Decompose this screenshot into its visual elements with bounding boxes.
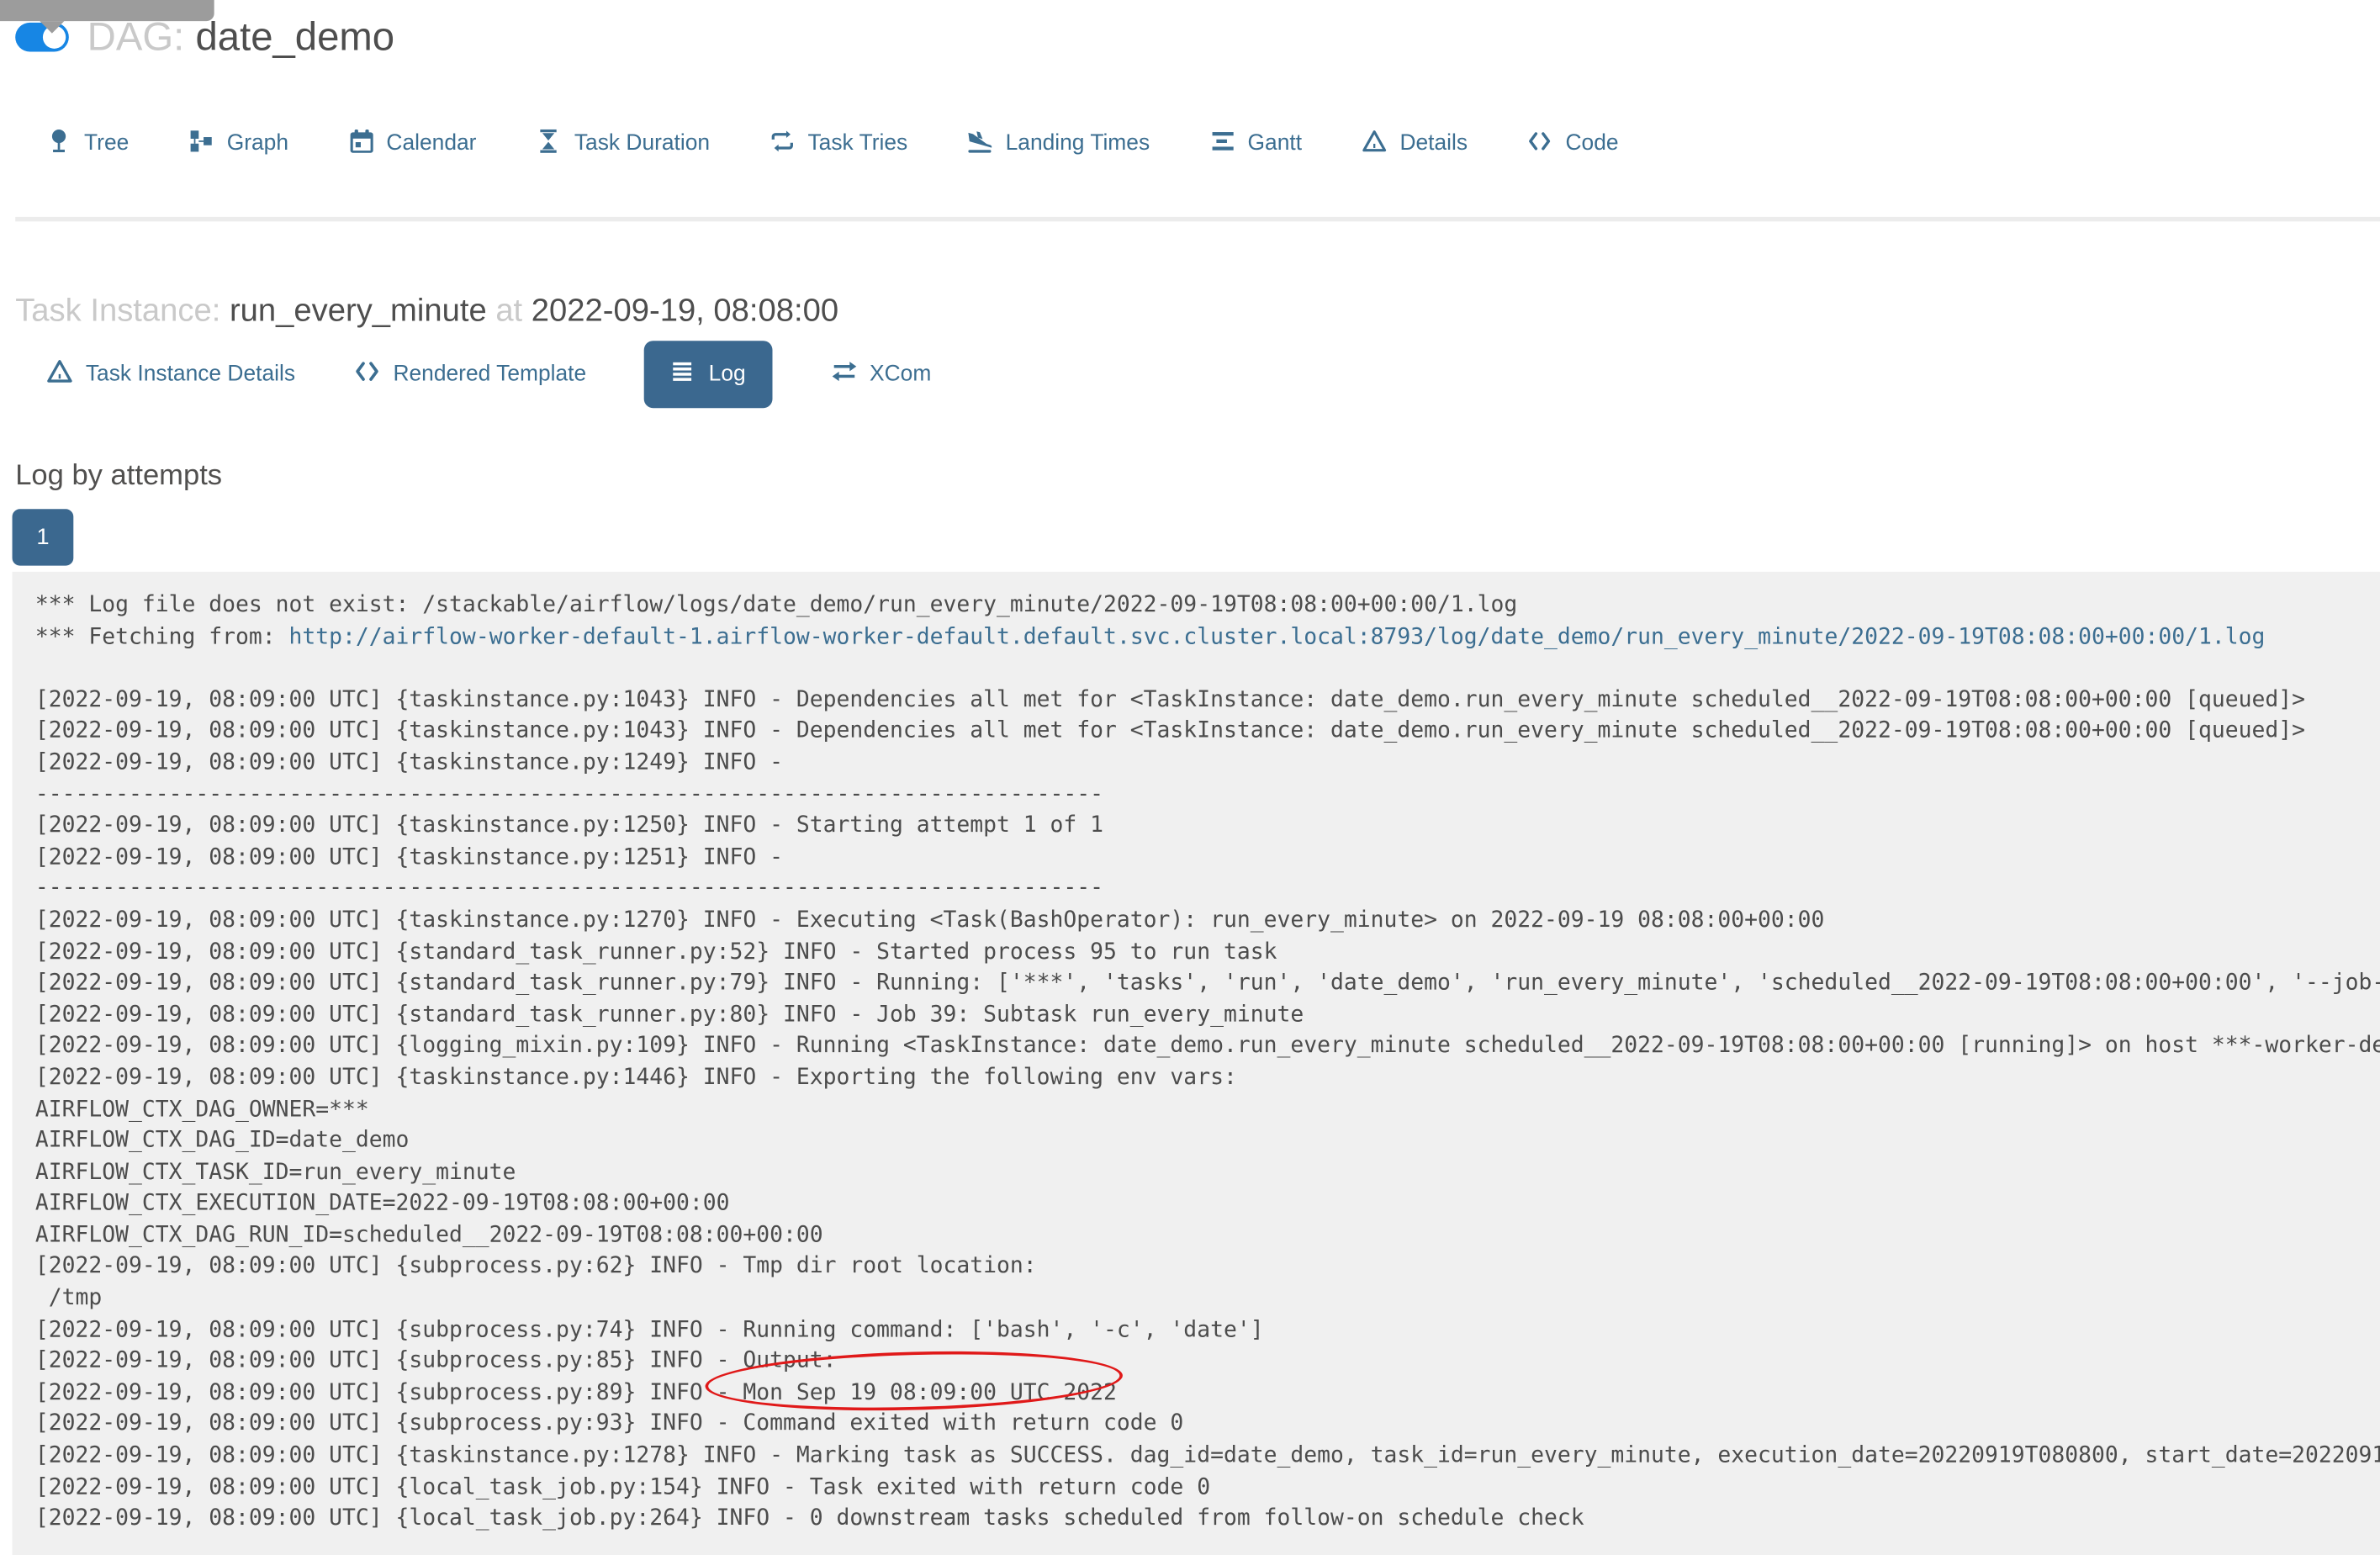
tab-task-tries[interactable]: Task Tries (770, 128, 907, 160)
task-instance-datetime: 2022-09-19, 08:08:00 (531, 293, 839, 329)
tab-label: Graph (226, 131, 289, 156)
log-fetch-link[interactable]: http://airflow-worker-default-1.airflow-… (289, 625, 2266, 649)
hourglass-icon (536, 128, 562, 160)
tab-label: XCom (870, 362, 932, 387)
tab-landing-times[interactable]: Landing Times (967, 128, 1150, 160)
tab-task-duration[interactable]: Task Duration (536, 128, 710, 160)
tab-label: Calendar (386, 131, 477, 156)
tab-label: Code (1565, 131, 1619, 156)
tab-label: Gantt (1247, 131, 1303, 156)
cutoff-tooltip (0, 0, 214, 22)
tab-label: Landing Times (1005, 131, 1150, 156)
calendar-icon (348, 128, 374, 160)
graph-icon (188, 128, 214, 160)
swap-arrows-icon (830, 357, 858, 391)
task-instance-label: Task Instance: (15, 293, 221, 329)
code-icon (1527, 128, 1553, 160)
task-instance-heading: Task Instance: run_every_minute at 2022-… (15, 292, 2380, 331)
page-header: DAG: date_demo (15, 13, 2380, 60)
task-instance-tabs: Task Instance Details Rendered Template … (0, 341, 2380, 409)
tab-log-active[interactable]: Log (644, 341, 772, 409)
tab-label: Task Instance Details (85, 362, 296, 387)
triangle-icon (46, 357, 74, 391)
tab-tree[interactable]: Tree (46, 128, 130, 160)
tab-gantt[interactable]: Gantt (1209, 128, 1302, 160)
airflow-task-log-page: DAG: date_demo Tree Graph Calendar Task … (0, 0, 2380, 1555)
tab-code[interactable]: Code (1527, 128, 1619, 160)
log-panel: *** Log file does not exist: /stackable/… (12, 571, 2380, 1555)
triangle-icon (1362, 128, 1388, 160)
tab-rendered-template[interactable]: Rendered Template (353, 357, 586, 391)
task-instance-at: at (495, 293, 523, 329)
log-by-attempts-heading: Log by attempts (15, 460, 223, 493)
header-divider (15, 216, 2380, 222)
tab-graph[interactable]: Graph (188, 128, 288, 160)
dag-name: date_demo (195, 13, 395, 60)
tab-label: Task Duration (574, 131, 711, 156)
tree-icon (46, 128, 72, 160)
tab-label: Log (708, 362, 746, 387)
tab-task-instance-details[interactable]: Task Instance Details (46, 357, 295, 391)
dag-view-tabs: Tree Graph Calendar Task Duration Task T… (0, 120, 2380, 167)
plane-landing-icon (967, 128, 993, 160)
repeat-icon (770, 128, 796, 160)
tab-label: Rendered Template (393, 362, 587, 387)
attempt-1-tab[interactable]: 1 (12, 509, 74, 566)
tab-details[interactable]: Details (1362, 128, 1468, 160)
tab-label: Task Tries (807, 131, 908, 156)
log-output: *** Log file does not exist: /stackable/… (34, 593, 2380, 1531)
tab-calendar[interactable]: Calendar (348, 128, 476, 160)
code-icon (353, 357, 381, 391)
task-instance-name: run_every_minute (229, 293, 487, 329)
tab-xcom[interactable]: XCom (830, 357, 932, 391)
list-lines-icon (670, 359, 695, 389)
tab-label: Tree (84, 131, 130, 156)
tab-label: Details (1399, 131, 1468, 156)
gantt-bars-icon (1209, 128, 1235, 160)
tooltip-caret (40, 21, 65, 34)
